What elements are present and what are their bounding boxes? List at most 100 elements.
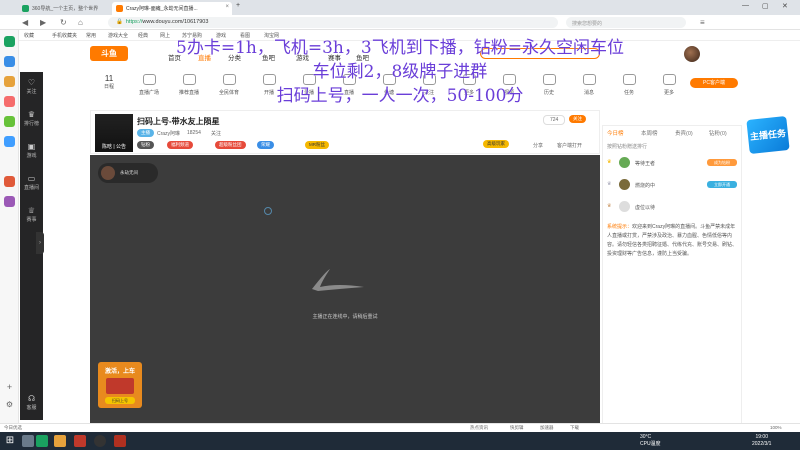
sidebar-follow[interactable]: ♡ 关注 [20,78,43,95]
back-icon[interactable]: ◀ [22,18,28,27]
nav-category[interactable]: 分类 [228,52,241,62]
video-player[interactable]: 永劫无间 主播正在连线中，请稍后重试 激活，上车 扫码上号 [90,155,600,423]
nav-home[interactable]: 首页 [168,52,181,62]
streamer-name[interactable]: Crazy阿琳 [157,130,180,137]
pc-client-button[interactable]: PC客户端 [690,78,738,88]
menu-icon[interactable]: ≡ [700,18,705,27]
url-input[interactable]: 🔒 https://www.douyu.com/10617903 [108,17,558,28]
app-game-icon[interactable] [4,76,15,87]
bookmark-item[interactable]: 游戏 [216,32,226,39]
cat-item[interactable]: 任务 [610,72,648,96]
event-banner[interactable]: 主播任务 [746,116,790,154]
tab-week[interactable]: 本周榜 [641,129,658,137]
cat-item[interactable]: 更多 [450,72,488,96]
recommend-badge[interactable]: 高级玩家 [483,140,509,148]
cat-item[interactable]: 更多 [650,72,688,96]
browser-tab[interactable]: 360导航_一个主页，整个世界 [18,2,108,15]
row-button[interactable]: 成为钻粉 [707,159,737,166]
windows-start-icon[interactable]: ⊞ [4,435,16,447]
cat-schedule[interactable]: 11 日程 [90,72,128,90]
streamer-avatar[interactable]: 陈晗 | 公告 [95,114,133,152]
cat-item[interactable]: 全民体育 [210,72,248,96]
taskbar-360-icon[interactable] [36,435,48,447]
zoom-level[interactable]: 100% [770,425,782,430]
cat-item[interactable]: 消息 [570,72,608,96]
douyu-logo[interactable]: 斗鱼 [90,46,128,61]
app-weibo-icon[interactable] [4,176,15,187]
follow-button[interactable]: 关注 [569,115,586,123]
close-window-icon[interactable]: ✕ [782,2,788,10]
nav-game[interactable]: 游戏 [296,52,309,62]
bookmark-item[interactable]: 经典 [138,32,148,39]
forward-icon[interactable]: ▶ [40,18,46,27]
nav-live[interactable]: 直播 [198,52,211,62]
taskbar-app-icon[interactable] [74,435,86,447]
cat-item[interactable]: 直播广场 [130,72,168,96]
list-item[interactable]: ♛ 等待王者 成为钻粉 [607,157,739,169]
clock[interactable]: 19:00 2022/3/1 [752,434,771,448]
maximize-icon[interactable]: ▢ [762,2,769,10]
nav-match[interactable]: 赛事 [328,52,341,62]
share-button[interactable]: 分享 [533,142,543,149]
sidebar-rank[interactable]: ♛ 排行榜 [20,110,43,127]
avatar[interactable] [684,46,700,62]
status-item[interactable]: 今日优选 [4,425,22,431]
cat-item[interactable]: 历史 [530,72,568,96]
minimize-icon[interactable]: — [742,2,749,9]
refresh-icon[interactable]: ↻ [60,18,67,27]
settings-icon[interactable]: ⚙ [4,400,15,411]
bookmark-item[interactable]: 看图 [240,32,250,39]
sidebar-game[interactable]: ▣ 游戏 [20,142,43,159]
close-tab-icon[interactable]: × [225,4,229,10]
cat-item[interactable]: 关注 [410,72,448,96]
add-app-icon[interactable]: + [4,382,15,393]
status-item[interactable]: 加速器 [540,425,554,431]
new-tab-button[interactable]: + [236,2,240,9]
taskbar-game-icon[interactable] [114,435,126,447]
bookmark-item[interactable]: 手机收藏夹 [52,32,77,39]
sidebar-toggle-icon[interactable]: › [36,232,44,254]
cat-item[interactable]: 视频 [490,72,528,96]
browser-search-input[interactable]: 搜索您想要的 [566,17,686,28]
bookmark-item[interactable]: 淘宝网 [264,32,279,39]
ad-button[interactable]: 扫码上号 [105,397,135,404]
app-video-icon[interactable] [4,96,15,107]
app-music-icon[interactable] [4,196,15,207]
cat-item[interactable]: 录播 [290,72,328,96]
browser-tab-active[interactable]: Crazy阿琳-面瘫_永劫无间直播... × [112,2,232,15]
nav-fishbar[interactable]: 鱼吧 [262,52,275,62]
bookmark-item[interactable]: 游戏大全 [108,32,128,39]
ad-card[interactable]: 激活，上车 扫码上号 [98,362,142,408]
sidebar-room[interactable]: ▭ 直播间 [20,174,43,191]
bookmark-item[interactable]: 网上 [160,32,170,39]
badge[interactable]: 荣耀 [257,141,274,149]
status-item[interactable]: 下载 [570,425,579,431]
bookmark-item[interactable]: 苏宁易购 [182,32,202,39]
cat-item[interactable]: 推荐直播 [170,72,208,96]
taskbar-folder-icon[interactable] [54,435,66,447]
badge[interactable]: 福利频道 [167,141,193,149]
app-wechat-icon[interactable] [4,116,15,127]
app-qq-icon[interactable] [4,136,15,147]
status-item[interactable]: 快剪辑 [510,425,524,431]
bookmark-item[interactable]: 收藏 [24,32,34,39]
taskbar-obs-icon[interactable] [94,435,106,447]
home-icon[interactable]: ⌂ [78,18,83,27]
status-item[interactable]: 热点资讯 [470,425,488,431]
site-search-input[interactable] [480,48,600,59]
cat-item[interactable]: 鱼塘 [370,72,408,96]
cat-item[interactable]: 直播 [330,72,368,96]
cat-item[interactable]: 开播 [250,72,288,96]
sidebar-match[interactable]: ♕ 赛事 [20,206,43,223]
app-browser-icon[interactable] [4,56,15,67]
row-button[interactable]: 立即开通 [707,181,737,188]
tab-diamond[interactable]: 钻粉(0) [709,129,727,137]
list-item[interactable]: ♛ 燃烧的中 立即开通 [607,179,739,191]
sidebar-service[interactable]: ☊ 客服 [20,394,43,411]
tab-today[interactable]: 今日榜 [607,129,624,137]
badge[interactable]: 超级粉丝团 [215,141,246,149]
tab-vip[interactable]: 贵宾(0) [675,129,693,137]
streamer-mini-card[interactable]: 永劫无间 [98,163,158,183]
task-view-icon[interactable] [22,435,34,447]
app-360-icon[interactable] [4,36,15,47]
